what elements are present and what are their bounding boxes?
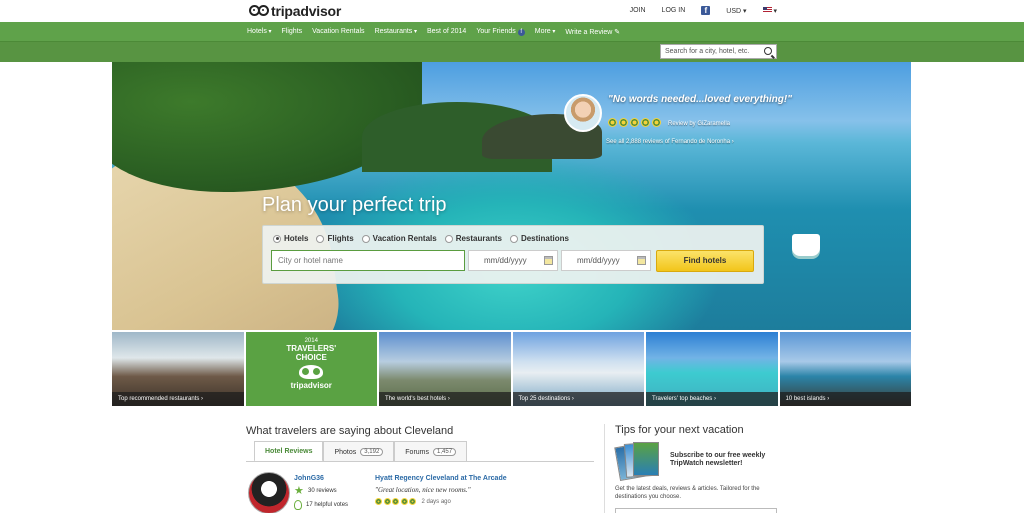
nav-best-of-2014[interactable]: Best of 2014 <box>427 28 466 36</box>
join-link[interactable]: JOIN <box>630 7 646 14</box>
tips-section-title: Tips for your next vacation <box>615 424 744 436</box>
nav-more[interactable]: More <box>535 28 556 36</box>
review-author[interactable]: Review by GiZaramella <box>668 121 730 127</box>
tile-travelers-choice[interactable]: 2014 TRAVELERS' CHOICE tripadvisor <box>245 332 377 406</box>
tile-best-hotels[interactable]: The world's best hotels <box>379 332 511 406</box>
account-links: JOIN LOG IN f USD ▾ ▾ <box>630 6 777 15</box>
rating-dot <box>375 498 382 505</box>
rating-dot <box>409 498 416 505</box>
promo-tiles: Top recommended restaurants 2014 TRAVELE… <box>112 332 911 406</box>
login-link[interactable]: LOG IN <box>662 7 686 14</box>
calendar-icon[interactable] <box>544 256 553 265</box>
facebook-icon[interactable]: f <box>701 6 711 15</box>
tabs-divider <box>246 461 594 462</box>
radio-destinations[interactable]: Destinations <box>509 234 569 243</box>
logo-text: tripadvisor <box>271 3 342 19</box>
reviewer-name[interactable]: JohnG36 <box>294 475 324 482</box>
tripadvisor-logo[interactable]: tripadvisor <box>249 3 341 19</box>
rating-dot <box>392 498 399 505</box>
nav-items: Hotels Flights Vacation Rentals Restaura… <box>247 28 620 36</box>
helpful-vote-icon <box>294 500 302 510</box>
newsletter-description: Get the latest deals, reviews & articles… <box>615 486 760 500</box>
hero-title: Plan your perfect trip <box>262 194 447 216</box>
nav-flights[interactable]: Flights <box>282 28 303 36</box>
facebook-icon: f <box>517 29 525 36</box>
newsletter-image <box>614 441 663 481</box>
hero-banner: "No words needed...loved everything!" Re… <box>112 62 911 330</box>
forums-count: 1,457 <box>433 448 457 456</box>
nav-write-review[interactable]: Write a Review ✎ <box>565 28 620 36</box>
tab-photos[interactable]: Photos 3,192 <box>323 441 395 462</box>
nav-vacation-rentals[interactable]: Vacation Rentals <box>312 28 364 36</box>
us-flag-icon <box>762 6 772 13</box>
nav-your-friends[interactable]: Your Friends f <box>476 28 525 36</box>
search-type-options: Hotels Flights Vacation Rentals Restaura… <box>273 234 569 243</box>
top-header: tripadvisor JOIN LOG IN f USD ▾ ▾ <box>0 0 1024 22</box>
tab-hotel-reviews[interactable]: Hotel Reviews <box>254 441 324 462</box>
nav-restaurants[interactable]: Restaurants <box>375 28 417 36</box>
radio-hotels[interactable]: Hotels <box>273 234 308 243</box>
newsletter-subscribe-text: Subscribe to our free weekly TripWatch n… <box>670 452 766 467</box>
newsletter-email-input[interactable] <box>615 508 777 513</box>
see-all-reviews-link[interactable]: See all 2,888 reviews of Fernando de Nor… <box>606 139 734 145</box>
rating-dot <box>619 118 628 127</box>
photos-count: 3,192 <box>360 448 384 456</box>
review-date: 2 days ago <box>421 498 451 505</box>
radio-vacation-rentals[interactable]: Vacation Rentals <box>361 234 437 243</box>
star-icon: ★ <box>294 485 304 497</box>
checkin-date-input[interactable]: mm/dd/yyyy <box>468 250 558 271</box>
main-nav: Hotels Flights Vacation Rentals Restaura… <box>0 22 1024 62</box>
tile-top-destinations[interactable]: Top 25 destinations <box>512 332 644 406</box>
radio-restaurants[interactable]: Restaurants <box>444 234 502 243</box>
language-selector[interactable]: ▾ <box>762 6 777 15</box>
reviews-section-title: What travelers are saying about Clevelan… <box>246 425 454 437</box>
rating-dot <box>383 498 391 505</box>
reviewer-avatar[interactable] <box>564 94 602 132</box>
hotel-name-link[interactable]: Hyatt Regency Cleveland at The Arcade <box>375 475 507 482</box>
owl-logo-icon <box>299 365 324 379</box>
page: tripadvisor JOIN LOG IN f USD ▾ ▾ Hotels… <box>0 0 1024 513</box>
checkout-date-input[interactable]: mm/dd/yyyy <box>561 250 651 271</box>
city-hotel-input[interactable]: City or hotel name <box>271 250 465 271</box>
reviewer-review-count: ★ 30 reviews <box>294 485 337 497</box>
review-quote: "No words needed...loved everything!" <box>608 94 792 105</box>
boat-graphic <box>792 234 820 256</box>
travelers-choice-badge: 2014 TRAVELERS' CHOICE tripadvisor <box>286 338 337 390</box>
site-search-input[interactable]: Search for a city, hotel, etc. <box>660 44 777 59</box>
reviewer-helpful-votes: 17 helpful votes <box>294 500 348 510</box>
nav-hotels[interactable]: Hotels <box>247 28 272 36</box>
radio-flights[interactable]: Flights <box>316 234 354 243</box>
rating-dot <box>400 498 408 505</box>
tile-best-islands[interactable]: 10 best islands <box>779 332 911 406</box>
tile-restaurants[interactable]: Top recommended restaurants <box>112 332 244 406</box>
search-icon[interactable] <box>764 47 772 55</box>
review-rating <box>608 118 661 127</box>
tab-forums[interactable]: Forums 1,457 <box>394 441 468 462</box>
rating-dot <box>652 118 661 127</box>
find-hotels-button[interactable]: Find hotels <box>656 250 754 272</box>
owl-logo-icon <box>249 4 269 18</box>
rating-dot <box>630 118 639 127</box>
currency-selector[interactable]: USD ▾ <box>726 7 746 15</box>
pencil-icon: ✎ <box>614 29 621 36</box>
rating-dot <box>608 118 617 127</box>
review-tabs: Hotel Reviews Photos 3,192 Forums 1,457 <box>254 441 468 462</box>
hotel-rating: 2 days ago <box>375 498 451 505</box>
tile-top-beaches[interactable]: Travelers' top beaches <box>646 332 778 406</box>
column-divider <box>604 424 605 513</box>
reviewer-avatar[interactable] <box>248 472 290 513</box>
trip-search-panel: Hotels Flights Vacation Rentals Restaura… <box>262 225 764 284</box>
calendar-icon[interactable] <box>637 256 646 265</box>
hotel-review-quote[interactable]: "Great location, nice new rooms." <box>375 486 471 494</box>
rating-dot <box>641 118 650 127</box>
